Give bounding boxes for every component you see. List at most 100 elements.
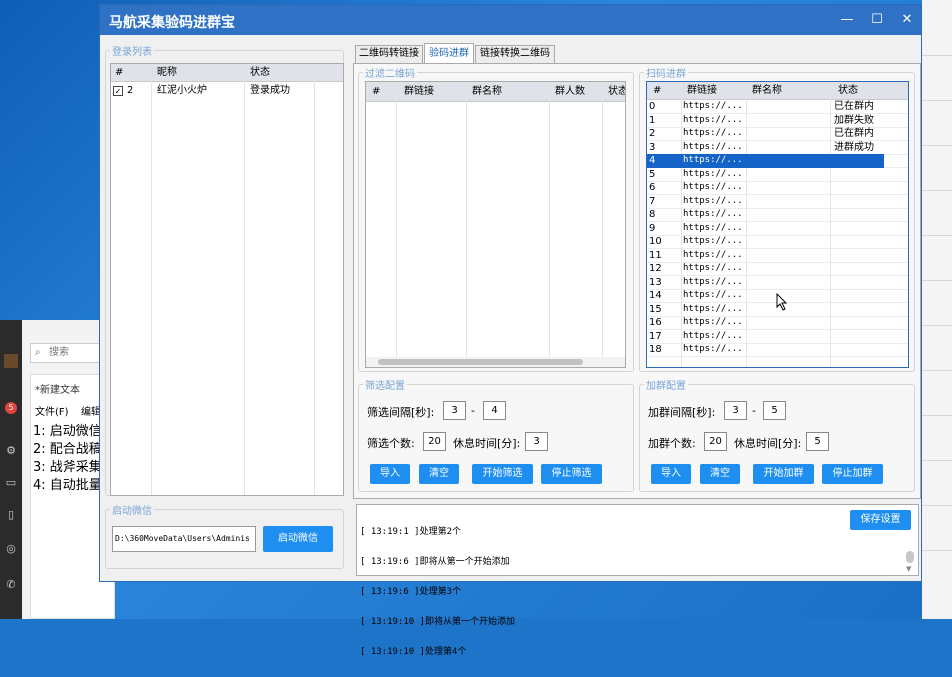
filter-interval-max-input[interactable]: 4 [483,401,506,420]
join-count-input[interactable]: 20 [704,432,727,451]
row-number: 9 [649,222,656,234]
column-header[interactable]: 昵称 [153,64,243,82]
row-status [834,208,894,222]
start-wechat-button[interactable]: 启动微信 [263,526,333,552]
filter-rest-input[interactable]: 3 [525,432,548,451]
table-row[interactable]: 0 https://... 已在群内 [647,100,908,114]
row-checkbox[interactable]: ✓ [113,86,123,96]
column-header[interactable]: 群链接 [400,83,465,101]
login-table[interactable]: # 昵称 状态 ✓ 2 红泥小火炉 登录成功 [110,63,344,496]
column-header[interactable]: 状态 [834,82,894,100]
column-header[interactable]: 群链接 [683,82,743,100]
filter-interval-min-input[interactable]: 3 [443,401,466,420]
column-header[interactable]: # [649,82,679,100]
column-header[interactable]: # [368,83,398,101]
table-row[interactable]: 8 https://... [647,208,908,222]
filter-clear-button[interactable]: 清空 [419,464,459,484]
start-filter-button[interactable]: 开始筛选 [472,464,533,484]
table-row[interactable]: 7 https://... [647,195,908,209]
scroll-down-icon[interactable]: ▼ [906,565,911,573]
table-row[interactable]: 18 https://... [647,343,908,357]
side-taskbar: 5 ⚙ ▭ ▯ ◎ ✆ [0,320,22,619]
notepad-menu-file[interactable]: 文件(F) [35,403,69,418]
row-status [834,289,894,303]
row-status: 已在群内 [834,101,874,112]
row-number: 17 [649,330,662,342]
join-interval-label: 加群间隔[秒]: [648,406,716,419]
row-status [834,181,894,195]
table-row[interactable]: 13 https://... [647,276,908,290]
range-dash: - [752,404,756,417]
row-number: 5 [649,168,656,180]
globe-icon[interactable]: ◎ [4,542,18,556]
table-row[interactable]: 12 https://... [647,262,908,276]
close-icon[interactable]: ✕ [896,10,918,30]
row-number: 1 [649,114,656,126]
table-row[interactable]: 9 https://... [647,222,908,236]
join-interval-max-input[interactable]: 5 [763,401,786,420]
table-row[interactable]: 1 https://... 加群失败 [647,114,908,128]
table-row[interactable]: 2 https://... 已在群内 [647,127,908,141]
document-icon[interactable]: ▯ [4,508,18,522]
folder-icon[interactable]: ▭ [4,476,18,490]
join-clear-button[interactable]: 清空 [700,464,740,484]
row-link: https://... [683,182,743,192]
table-row[interactable]: 6 https://... [647,181,908,195]
row-status [834,168,894,182]
phone-icon[interactable]: ✆ [4,578,18,592]
table-row[interactable]: 16 https://... [647,316,908,330]
row-status [834,195,894,209]
table-row[interactable]: 11 https://... [647,249,908,263]
scan-table[interactable]: # 群链接 群名称 状态 0 https://... 已在群内 1 https://..… [646,81,909,368]
table-row[interactable]: 4 https://... [647,154,908,168]
wechat-path-input[interactable]: D:\360MoveData\Users\Adminis [112,526,256,552]
join-interval-min-input[interactable]: 3 [724,401,747,420]
save-settings-button[interactable]: 保存设置 [850,510,911,530]
column-header[interactable]: 群人数 [551,83,601,101]
notepad-menu-edit[interactable]: 编辑 [81,403,101,418]
scrollbar-thumb[interactable] [378,359,583,365]
range-dash: - [471,404,475,417]
row-number: 4 [649,155,656,166]
settings-icon[interactable]: ⚙ [4,444,18,458]
row-link: https://... [683,236,743,246]
table-row[interactable]: 17 https://... [647,330,908,344]
tab-verify-join[interactable]: 验码进群 [424,43,474,64]
table-row[interactable]: 10 https://... [647,235,908,249]
start-join-button[interactable]: 开始加群 [753,464,814,484]
column-header[interactable]: 群名称 [748,82,828,100]
row-status: 进群成功 [834,141,874,153]
stop-filter-button[interactable]: 停止筛选 [541,464,602,484]
stop-join-button[interactable]: 停止加群 [822,464,883,484]
filter-table[interactable]: # 群链接 群名称 群人数 状态 [365,81,626,368]
log-line: [ 13:19:6 ]处理第3个 [360,587,462,597]
join-import-button[interactable]: 导入 [651,464,691,484]
log-panel[interactable]: [ 13:19:1 ]处理第2个 [ 13:19:6 ]即将从第一个开始添加 [… [356,504,919,657]
title-bar[interactable]: 马航采集验码进群宝 — ☐ ✕ [100,5,921,35]
horizontal-scrollbar[interactable] [366,357,625,367]
column-header[interactable]: # [111,64,151,82]
log-scroll-thumb[interactable] [906,551,914,563]
row-number: 16 [649,317,662,328]
row-link: https://... [683,209,743,219]
minimize-icon[interactable]: — [836,10,858,30]
tab-qr-to-link[interactable]: 二维码转链接 [355,45,423,63]
row-link: https://... [683,114,743,125]
tab-link-to-qr[interactable]: 链接转换二维码 [475,45,555,63]
filter-count-input[interactable]: 20 [423,432,446,451]
join-count-label: 加群个数: [648,437,696,450]
table-row[interactable]: 5 https://... [647,168,908,182]
maximize-icon[interactable]: ☐ [866,10,888,30]
row-link: https://... [683,344,743,354]
filter-import-button[interactable]: 导入 [370,464,410,484]
column-header[interactable]: 群名称 [468,83,548,101]
column-header[interactable]: 状态 [604,83,625,101]
join-rest-label: 休息时间[分]: [734,437,802,450]
row-link: https://... [683,330,743,341]
join-rest-input[interactable]: 5 [806,432,829,451]
column-header[interactable]: 状态 [246,64,336,82]
avatar[interactable] [4,354,18,368]
login-list-legend: 登录列表 [112,47,152,58]
filter-rest-label: 休息时间[分]: [453,437,521,450]
table-row[interactable]: 3 https://... 进群成功 [647,141,908,155]
